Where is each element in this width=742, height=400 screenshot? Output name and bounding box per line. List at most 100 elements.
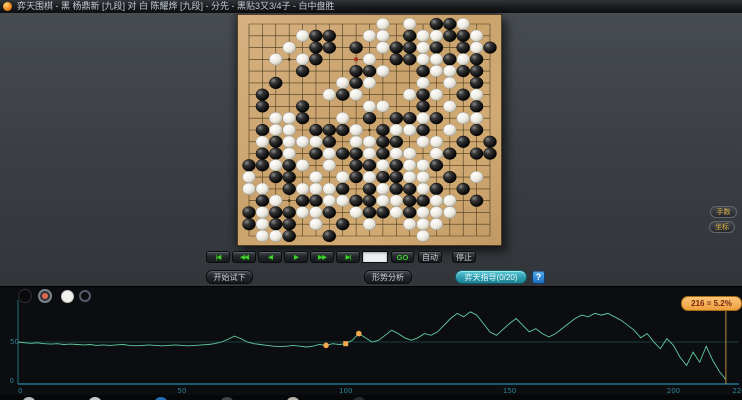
black-stone xyxy=(402,182,417,196)
white-stone xyxy=(362,29,377,42)
white-stone xyxy=(309,218,323,231)
black-stone xyxy=(322,41,337,54)
white-stone xyxy=(322,194,337,207)
black-stone xyxy=(362,112,377,125)
white-stone xyxy=(402,159,417,172)
black-stone xyxy=(456,88,470,101)
black-stone xyxy=(389,171,404,184)
nav-last-button[interactable]: ▶| xyxy=(336,251,360,263)
black-stone xyxy=(469,100,484,113)
go-button[interactable]: GO xyxy=(391,251,414,263)
white-stone xyxy=(269,194,283,207)
coordinates-toggle-button[interactable]: 坐标 xyxy=(709,221,735,233)
go-board-svg[interactable] xyxy=(236,13,503,247)
white-stone xyxy=(416,29,430,42)
black-stone xyxy=(269,135,283,148)
white-stone xyxy=(349,88,363,101)
black-stone xyxy=(389,182,404,196)
white-stone xyxy=(376,64,390,78)
black-stone xyxy=(335,218,350,231)
black-stone xyxy=(255,159,270,172)
white-stone xyxy=(416,112,430,125)
white-stone xyxy=(416,206,430,219)
white-stone xyxy=(362,171,377,184)
title-bar: 弈天围棋 - 黑 杨鼎新 [九段] 对 白 陈耀烨 [九段] - 分先 - 黑贴… xyxy=(0,0,742,14)
white-stone xyxy=(456,17,470,31)
black-stone xyxy=(309,147,323,160)
situation-analysis-button[interactable]: 形势分析 xyxy=(364,270,412,284)
black-stone xyxy=(402,112,417,125)
move-number-input[interactable] xyxy=(362,251,388,263)
toggle-off[interactable] xyxy=(79,290,91,302)
black-stone xyxy=(269,76,283,90)
nav-forward-button[interactable]: ▶ xyxy=(284,251,308,263)
stop-button[interactable]: 停止 xyxy=(452,251,476,263)
black-stone xyxy=(443,171,457,184)
nav-first-icon: |◀ xyxy=(215,254,222,261)
white-stone xyxy=(269,159,283,172)
white-stone xyxy=(295,159,310,172)
windows-taskbar[interactable] xyxy=(0,395,742,400)
black-stone xyxy=(362,182,377,196)
black-stone xyxy=(282,171,296,184)
black-stone xyxy=(282,206,296,219)
ai-guide-button[interactable]: 弈天指导(0/20) xyxy=(455,270,527,284)
white-stone xyxy=(429,29,444,42)
black-stone xyxy=(335,147,350,160)
white-stone xyxy=(416,41,430,54)
white-stone xyxy=(282,123,296,137)
black-stone xyxy=(282,229,296,243)
svg-text:0: 0 xyxy=(18,387,22,395)
black-stone xyxy=(255,123,270,137)
black-stone xyxy=(322,123,337,137)
white-stone xyxy=(362,135,377,148)
nav-first-button[interactable]: |◀ xyxy=(206,251,230,263)
svg-text:0: 0 xyxy=(10,377,14,385)
nav-back-button[interactable]: ◀ xyxy=(258,251,282,263)
win-rate-chart[interactable]: 0 50 100 150 200 220 50 0 xyxy=(0,287,742,396)
white-stone xyxy=(295,206,310,219)
white-stone xyxy=(443,194,457,207)
black-stone xyxy=(389,112,404,125)
white-stone xyxy=(416,53,430,66)
white-stone xyxy=(376,194,390,207)
white-stone xyxy=(429,88,444,101)
win-rate-line xyxy=(17,311,727,380)
nav-forward-icon: ▶ xyxy=(294,254,299,261)
white-stone xyxy=(456,53,470,66)
white-stone xyxy=(443,76,457,90)
black-stone xyxy=(483,135,497,148)
toggle-black-line[interactable] xyxy=(18,289,32,303)
white-stone xyxy=(322,88,337,101)
white-stone xyxy=(376,29,390,42)
toggle-current-selected[interactable] xyxy=(38,289,52,303)
black-stone xyxy=(469,194,484,207)
white-stone xyxy=(309,206,323,219)
go-board[interactable] xyxy=(236,13,503,247)
white-stone xyxy=(282,147,296,160)
black-stone xyxy=(469,123,484,137)
black-stone xyxy=(362,64,377,78)
nav-back-icon: ◀ xyxy=(268,254,273,261)
help-button[interactable]: ? xyxy=(532,270,545,284)
white-stone xyxy=(349,206,363,219)
toggle-white-line[interactable] xyxy=(61,290,74,303)
move-numbers-toggle-button[interactable]: 手数 xyxy=(710,206,737,218)
black-stone xyxy=(255,194,270,207)
black-stone xyxy=(376,206,390,219)
nav-last-icon: ▶| xyxy=(345,254,352,261)
white-stone xyxy=(255,135,270,148)
black-stone xyxy=(282,218,296,231)
nav-fast-forward-button[interactable]: ▶▶ xyxy=(310,251,334,263)
white-stone xyxy=(389,194,404,207)
auto-play-button[interactable]: 自动 xyxy=(418,251,442,263)
white-stone xyxy=(456,112,470,125)
win-rate-tooltip: 216 = 5.2% xyxy=(681,296,742,311)
black-stone xyxy=(349,41,363,54)
chart-move-markers xyxy=(323,330,362,349)
white-stone xyxy=(389,147,404,160)
white-stone xyxy=(443,123,457,137)
start-trial-button[interactable]: 开始试下 xyxy=(206,270,253,284)
nav-fast-back-button[interactable]: ◀◀ xyxy=(232,251,256,263)
window-title: 弈天围棋 - 黑 杨鼎新 [九段] 对 白 陈耀烨 [九段] - 分先 - 黑贴… xyxy=(17,1,335,11)
